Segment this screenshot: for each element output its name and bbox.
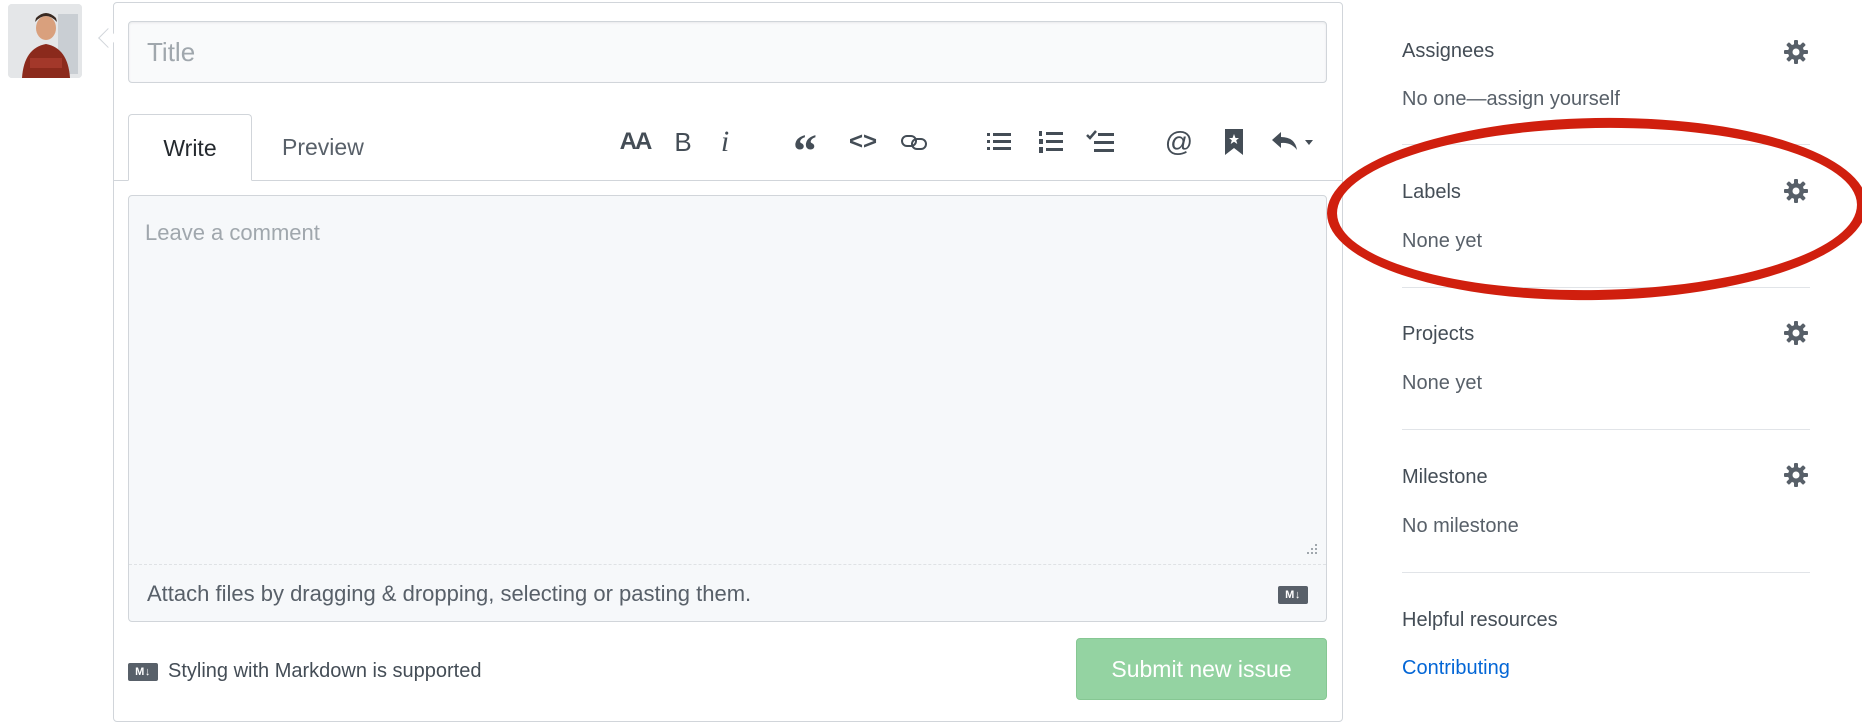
sidebar-labels: Labels None yet [1402,145,1810,288]
markdown-icon: M↓ [128,662,158,681]
tab-write[interactable]: Write [128,114,252,181]
labels-gear-icon[interactable] [1783,178,1809,204]
projects-value: None yet [1402,372,1483,394]
tab-preview[interactable]: Preview [252,114,394,181]
sidebar-milestone: Milestone No milestone [1402,430,1810,573]
helpful-resources-heading: Helpful resources [1402,609,1558,631]
milestone-gear-icon[interactable] [1783,462,1809,488]
projects-gear-icon[interactable] [1783,320,1809,346]
milestone-value: No milestone [1402,515,1519,537]
title-input[interactable] [128,21,1327,83]
avatar[interactable] [8,4,82,78]
bold-icon[interactable]: B [668,122,698,162]
submit-new-issue-button[interactable]: Submit new issue [1076,638,1327,700]
sidebar-helpful-resources: Helpful resources Contributing [1402,573,1810,712]
labels-heading[interactable]: Labels [1402,181,1461,204]
milestone-heading[interactable]: Milestone [1402,466,1488,489]
comment-textarea[interactable] [129,196,1326,564]
markdown-note-text: Styling with Markdown is supported [168,660,482,682]
assignees-gear-icon[interactable] [1783,39,1809,65]
link-icon[interactable] [898,122,930,162]
text-size-icon[interactable]: AA [615,122,655,162]
sidebar-assignees: Assignees No one—assign yourself [1402,20,1810,145]
task-list-icon[interactable] [1084,122,1118,162]
comment-box: Attach files by dragging & dropping, sel… [128,195,1327,622]
attach-files-text[interactable]: Attach files by dragging & dropping, sel… [147,581,751,607]
contributing-link[interactable]: Contributing [1402,657,1510,680]
projects-heading[interactable]: Projects [1402,323,1474,346]
avatar-image [8,4,82,78]
quote-icon[interactable]: “ [788,122,822,178]
reply-icon[interactable] [1270,122,1320,162]
assignees-value[interactable]: No one—assign yourself [1402,88,1620,111]
assignees-heading[interactable]: Assignees [1402,40,1494,63]
code-icon[interactable]: <> [846,122,880,162]
drop-zone-divider [129,564,1326,565]
bookmark-icon[interactable] [1220,122,1248,162]
markdown-note[interactable]: M↓ Styling with Markdown is supported [128,660,481,683]
sidebar-projects: Projects None yet [1402,288,1810,430]
mention-icon[interactable]: @ [1162,122,1196,162]
labels-value: None yet [1402,230,1483,252]
italic-icon[interactable]: i [712,122,738,162]
unordered-list-icon[interactable] [984,122,1014,162]
resize-grip-icon[interactable] [1304,542,1318,556]
markdown-icon: M↓ [1278,586,1308,604]
ordered-list-icon[interactable] [1036,122,1066,162]
